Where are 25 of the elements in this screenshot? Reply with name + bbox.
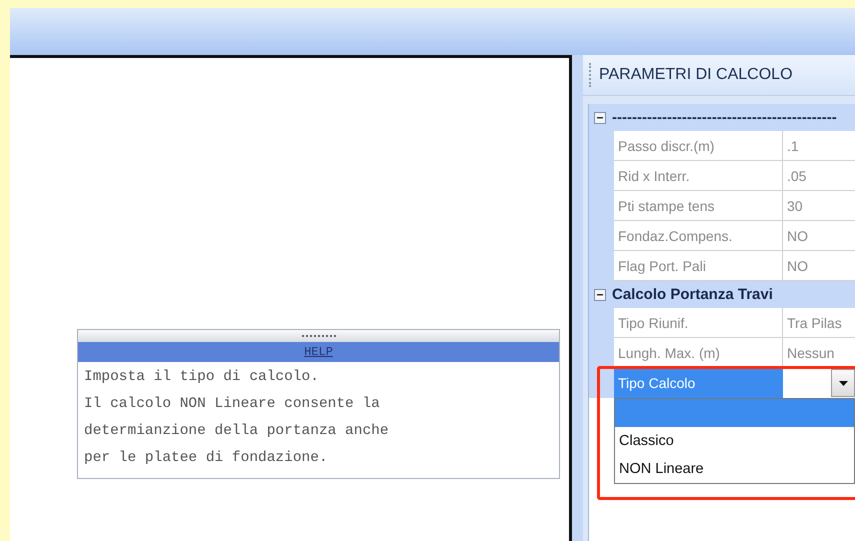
dropdown-option[interactable]: Classico xyxy=(615,427,854,455)
help-text: Il calcolo NON Lineare consente la xyxy=(84,395,381,414)
collapse-icon[interactable] xyxy=(594,112,606,124)
dropdown-button[interactable] xyxy=(831,369,855,397)
panel-title: PARAMETRI DI CALCOLO xyxy=(599,66,793,84)
property-name: Lungh. Max. (m) xyxy=(614,338,783,368)
collapse-icon[interactable] xyxy=(594,288,606,300)
property-name[interactable]: Tipo Calcolo xyxy=(614,368,783,398)
property-value[interactable]: .1 xyxy=(783,131,855,161)
dropdown-option[interactable]: NON Lineare xyxy=(615,455,854,483)
property-value[interactable]: .05 xyxy=(783,161,855,191)
help-text: determianzione della portanza anche xyxy=(84,422,390,441)
property-name: Passo discr.(m) xyxy=(614,131,783,161)
property-value[interactable]: Tra Pilas xyxy=(783,308,855,338)
property-name: Fondaz.Compens. xyxy=(614,221,783,251)
property-name: Rid x Interr. xyxy=(614,161,783,191)
property-value[interactable]: Nessun xyxy=(783,338,855,368)
help-title: HELP xyxy=(78,342,559,362)
property-name: Pti stampe tens xyxy=(614,191,783,221)
caret-icon xyxy=(838,380,848,386)
property-value[interactable]: 30 xyxy=(783,191,855,221)
help-text: Imposta il tipo di calcolo. xyxy=(84,368,320,387)
help-text: per le platee di fondazione. xyxy=(84,449,329,468)
property-name: Tipo Riunif. xyxy=(614,308,783,338)
property-value[interactable]: NO xyxy=(783,221,855,251)
